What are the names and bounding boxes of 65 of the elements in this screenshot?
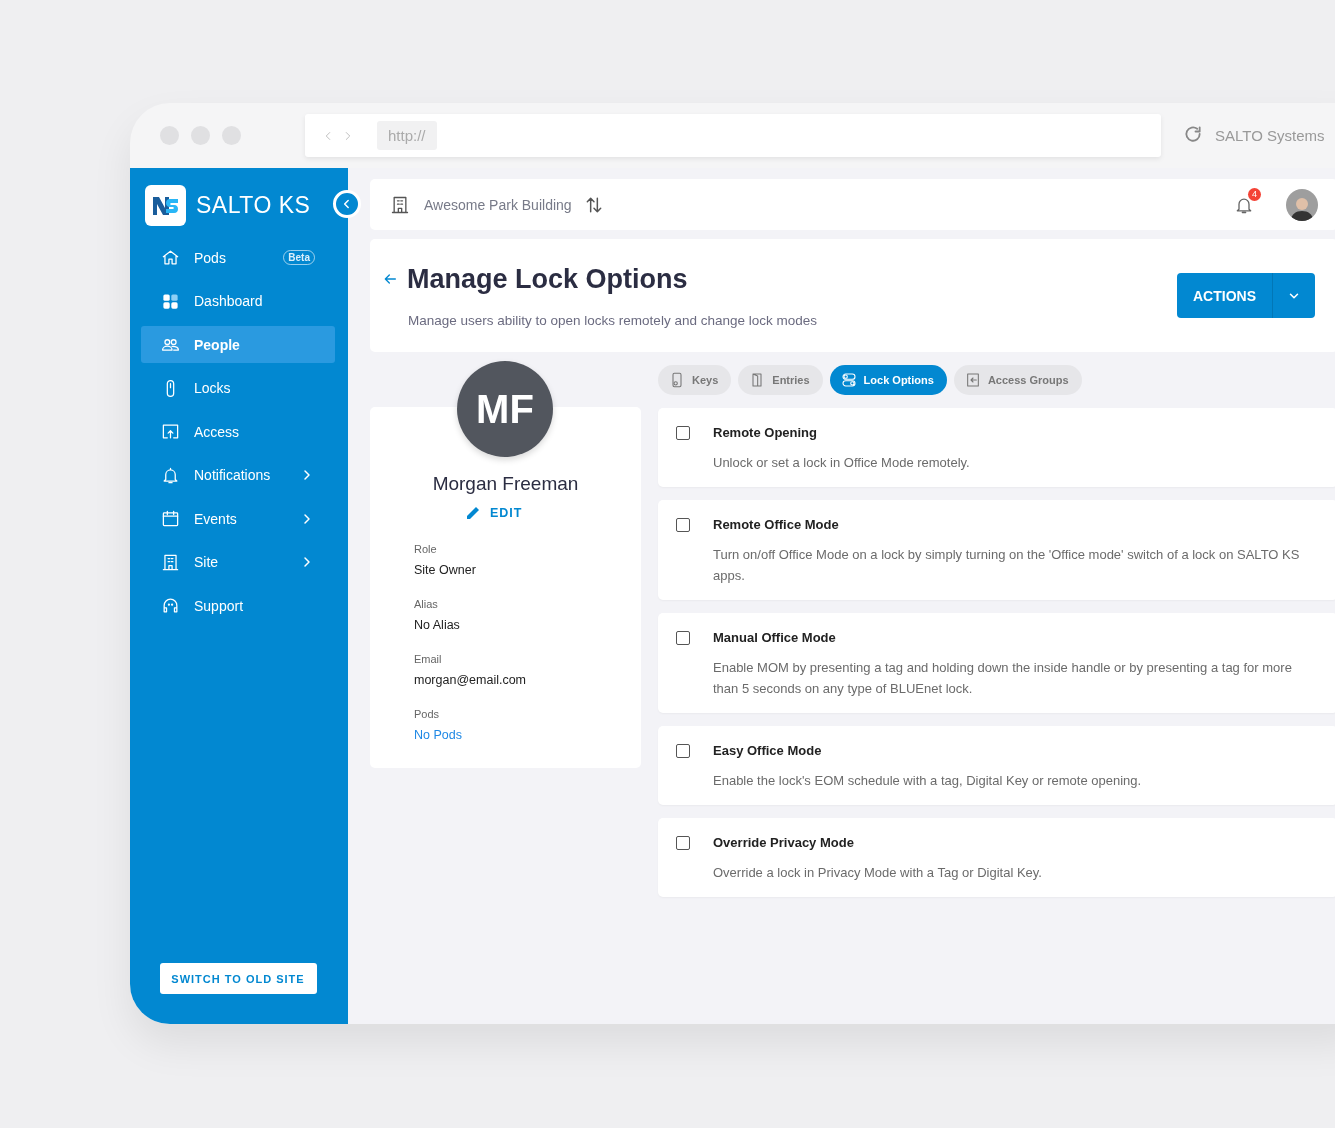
tab[interactable]: Keys bbox=[658, 365, 732, 395]
reload-icon[interactable] bbox=[1183, 123, 1203, 144]
checkbox[interactable] bbox=[676, 518, 690, 532]
nav-item[interactable]: Dashboard bbox=[141, 282, 335, 320]
page-title: SALTO Systems bbox=[1215, 127, 1325, 144]
back-arrow-icon bbox=[382, 271, 398, 287]
phone-icon bbox=[669, 372, 685, 388]
brand-name: SALTO KS bbox=[196, 192, 311, 219]
option-description: Enable MOM by presenting a tag and holding down the inside handle or by presenting a tag for more than 5 seconds on any type of BLUEnet lock. bbox=[713, 659, 1293, 698]
toggles-icon bbox=[840, 372, 857, 388]
pencil-icon bbox=[464, 504, 482, 522]
calendar-icon bbox=[161, 509, 180, 528]
url-text: http:// bbox=[377, 121, 437, 150]
edit-button[interactable]: EDIT bbox=[464, 504, 523, 522]
checkbox[interactable] bbox=[676, 631, 690, 645]
option-title: Remote Opening bbox=[713, 425, 818, 441]
checkbox[interactable] bbox=[676, 836, 690, 850]
nav-item[interactable]: Locks bbox=[141, 369, 335, 407]
nav-item[interactable]: People bbox=[141, 326, 335, 363]
person-name: Morgan Freeman bbox=[431, 473, 580, 495]
field-label: Pods bbox=[414, 708, 441, 720]
nav-item[interactable]: Events bbox=[141, 500, 335, 537]
field-link[interactable]: No Pods bbox=[414, 728, 462, 742]
headset-icon bbox=[161, 596, 180, 615]
checkbox[interactable] bbox=[676, 744, 690, 758]
back-button[interactable] bbox=[382, 271, 398, 287]
option-title: Remote Office Mode bbox=[713, 517, 840, 533]
checkbox[interactable] bbox=[676, 426, 690, 440]
option-title: Manual Office Mode bbox=[713, 630, 837, 646]
field-value: No Alias bbox=[414, 618, 461, 632]
collapse-button[interactable] bbox=[333, 190, 361, 218]
avatar-initials: MF bbox=[457, 361, 553, 457]
building-icon bbox=[390, 194, 410, 215]
tab[interactable]: Lock Options bbox=[829, 365, 947, 395]
notification-badge: 4 bbox=[1248, 187, 1261, 201]
option-title: Override Privacy Mode bbox=[713, 835, 855, 851]
option-description: Enable the lock's EOM schedule with a tag, Digital Key or remote opening. bbox=[713, 772, 1142, 790]
nav-item[interactable]: Support bbox=[141, 587, 335, 624]
tab[interactable]: Entries bbox=[738, 365, 823, 395]
field-value: morgan@email.com bbox=[414, 673, 528, 687]
nav-item[interactable]: Access bbox=[141, 413, 335, 450]
field-label: Alias bbox=[414, 598, 439, 610]
tab[interactable]: Access Groups bbox=[953, 365, 1082, 395]
nav-item[interactable]: Site bbox=[141, 543, 335, 581]
page-subtitle: Manage users ability to open locks remotely and change lock modes bbox=[408, 312, 817, 328]
enter-icon bbox=[964, 372, 981, 388]
user-avatar[interactable] bbox=[1286, 188, 1318, 221]
switch-site-button[interactable]: SWITCH TO OLD SITE bbox=[159, 963, 317, 994]
page-heading: Manage Lock Options bbox=[407, 263, 688, 295]
option-description: Override a lock in Privacy Mode with a Tag or Digital Key. bbox=[713, 864, 1042, 882]
nav-item[interactable]: Pods Beta bbox=[141, 239, 335, 276]
field-label: Email bbox=[414, 653, 443, 665]
grid-icon bbox=[161, 291, 180, 311]
option-description: Turn on/off Office Mode on a lock by simply turning on the 'Office mode' switch of a lock on SALTO KS apps. bbox=[713, 546, 1301, 585]
bell-icon bbox=[161, 465, 180, 485]
door-arrow-icon bbox=[161, 422, 180, 441]
home-icon bbox=[161, 248, 180, 267]
nav-item[interactable]: Notifications bbox=[141, 456, 335, 494]
logo-icon bbox=[145, 185, 186, 226]
site-name: Awesome Park Building bbox=[424, 196, 572, 213]
field-label: Role bbox=[414, 543, 438, 555]
building-icon bbox=[161, 552, 180, 572]
field-value: Site Owner bbox=[414, 563, 477, 577]
option-description: Unlock or set a lock in Office Mode remotely. bbox=[713, 454, 970, 472]
option-title: Easy Office Mode bbox=[713, 743, 823, 759]
